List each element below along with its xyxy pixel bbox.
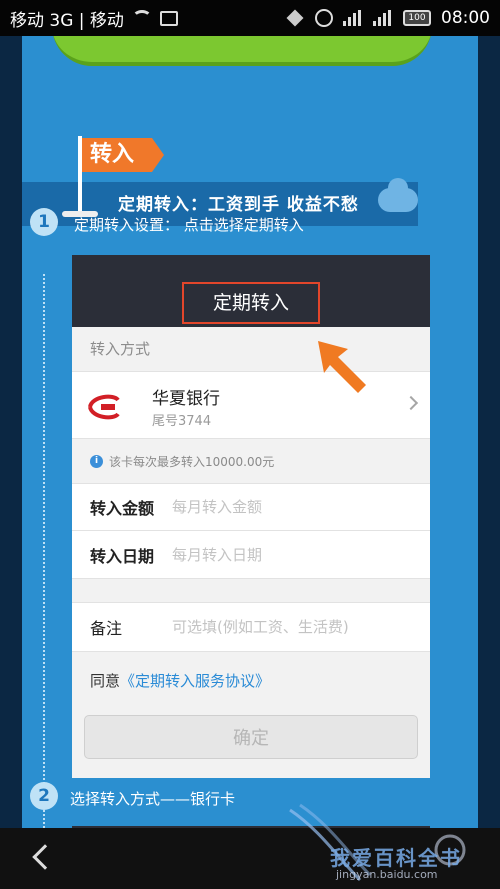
alarm-clock-icon [315, 9, 333, 27]
amount-label: 转入金额 [90, 499, 155, 518]
bank-card-tail: 尾号3744 [152, 414, 212, 429]
step-2-text: 选择转入方式——银行卡 [70, 790, 236, 808]
note-label: 备注 [90, 619, 123, 638]
date-label: 转入日期 [90, 546, 155, 566]
bank-logo-icon [88, 394, 120, 420]
status-bar: 移动 3G | 移动 100 08:00 [0, 0, 500, 36]
transfer-form-card: 定期转入 转入方式 华夏银行 尾号3744 i 该卡每次最多转入10000.00… [72, 255, 430, 778]
screen: 转入 定期转入：工资到手 收益不愁 1 定期转入设置： 点击选择定期转入 定期转… [0, 36, 500, 828]
agreement-link[interactable]: 《定期转入服务协议》 [120, 670, 270, 691]
note-input[interactable] [172, 618, 392, 636]
step-1-number: 1 [30, 208, 58, 236]
chevron-right-icon [403, 395, 419, 411]
back-icon[interactable] [32, 844, 58, 870]
green-header-shape [52, 36, 432, 66]
card-title[interactable]: 定期转入 [182, 282, 320, 324]
image-icon [159, 10, 178, 26]
limit-info: i 该卡每次最多转入10000.00元 [72, 439, 430, 483]
amount-row: 转入金额 [72, 483, 430, 531]
pointer-arrow-icon [318, 341, 366, 393]
step-2-number: 2 [30, 782, 58, 810]
step-1-text: 定期转入设置： 点击选择定期转入 [74, 216, 304, 234]
battery-icon: 100 [403, 10, 431, 26]
step-dotted-line [43, 274, 45, 828]
date-row: 转入日期 [72, 531, 430, 579]
carrier-text: 移动 3G | 移动 [10, 10, 124, 31]
clock-time: 08:00 [441, 8, 490, 28]
watermark-text: 我爱百科全书 [330, 846, 462, 870]
mute-icon [287, 9, 305, 27]
bank-name: 华夏银行 [152, 389, 220, 409]
section-label: 转入方式 [90, 340, 151, 358]
ribbon-text: 定期转入：工资到手 收益不愁 [118, 195, 359, 215]
card-header: 定期转入 [72, 255, 430, 327]
limit-info-text: 该卡每次最多转入10000.00元 [109, 454, 275, 469]
amount-input[interactable] [172, 498, 392, 516]
bank-select-row[interactable]: 华夏银行 尾号3744 [72, 371, 430, 439]
wifi-icon [131, 10, 152, 26]
confirm-button[interactable]: 确定 [84, 715, 418, 759]
agreement-row: 同意 《定期转入服务协议》 [72, 652, 430, 708]
flag-label: 转入 [82, 138, 164, 172]
cloud-icon [378, 178, 418, 212]
signal-icon [373, 10, 393, 26]
note-row: 备注 [72, 602, 430, 652]
date-input[interactable] [172, 545, 392, 564]
agree-prefix: 同意 [90, 671, 121, 690]
watermark-url: jingyan.baidu.com [336, 868, 438, 881]
signal-icon [343, 10, 363, 26]
info-icon: i [90, 454, 103, 468]
